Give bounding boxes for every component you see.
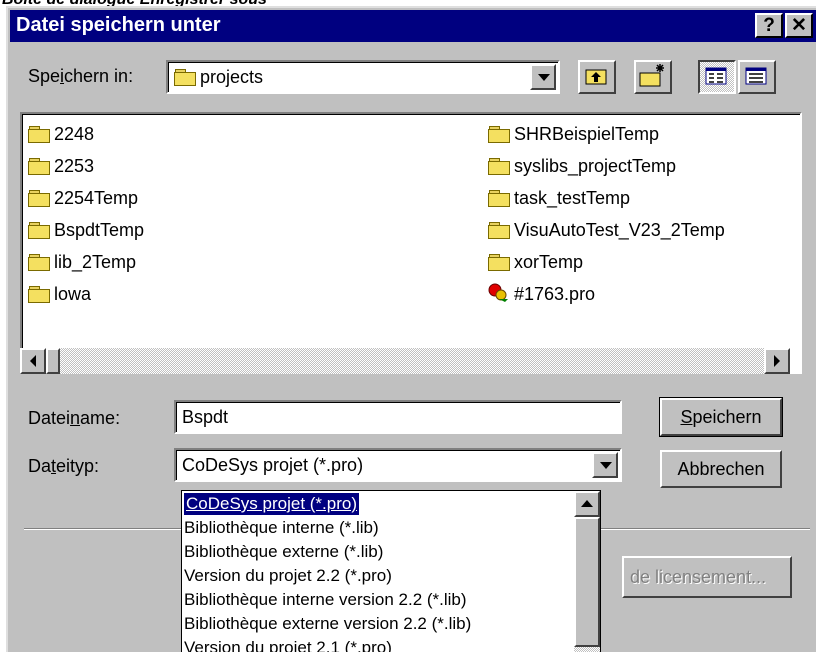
file-list[interactable]: 2248 2253 2254Temp BspdtTemp lib_2Temp l… (20, 112, 802, 374)
save-in-value: projects (200, 67, 264, 87)
dropdown-option-selected[interactable]: CoDeSys projet (*.pro) (184, 493, 360, 515)
list-item[interactable]: lowa (28, 282, 91, 306)
filetype-dropdown-button[interactable] (592, 452, 618, 478)
list-item[interactable]: xorTemp (488, 250, 583, 274)
filetype-dropdown-list[interactable]: CoDeSys projet (*.pro) Bibliothèque inte… (181, 490, 601, 652)
list-item[interactable]: task_testTemp (488, 186, 630, 210)
dropdown-option[interactable]: Bibliothèque externe (*.lib) (184, 541, 383, 563)
scroll-up-button[interactable] (574, 491, 600, 517)
dropdown-option[interactable]: Version du projet 2.1 (*.pro) (184, 637, 392, 652)
list-item[interactable]: BspdtTemp (28, 218, 144, 242)
list-item[interactable]: SHRBeispielTemp (488, 122, 659, 146)
scroll-thumb[interactable] (46, 348, 60, 374)
folder-open-icon (174, 69, 196, 86)
dropdown-option[interactable]: Bibliothèque externe version 2.2 (*.lib) (184, 613, 471, 635)
help-button[interactable]: ? (755, 13, 783, 38)
scroll-left-button[interactable] (20, 348, 46, 374)
dropdown-option[interactable]: Bibliothèque interne (*.lib) (184, 517, 379, 539)
scroll-track[interactable] (60, 348, 764, 374)
list-item[interactable]: 2254Temp (28, 186, 138, 210)
folder-icon (488, 158, 510, 175)
folder-icon (488, 126, 510, 143)
details-view-icon (745, 67, 767, 85)
codesys-project-icon (488, 283, 508, 302)
filename-label: Dateiname: (28, 408, 121, 428)
horizontal-scrollbar[interactable] (20, 348, 790, 374)
chevron-down-icon (600, 462, 612, 469)
list-view-button[interactable] (698, 60, 736, 94)
filetype-label: Dateityp: (28, 456, 100, 476)
dropdown-option[interactable]: Version du projet 2.2 (*.pro) (184, 565, 392, 587)
new-folder-button[interactable] (634, 60, 672, 94)
details-view-button[interactable] (738, 60, 776, 94)
folder-icon (28, 222, 50, 239)
arrow-right-icon (774, 355, 780, 367)
folder-icon (28, 158, 50, 175)
arrow-left-icon (30, 355, 36, 367)
folder-icon (28, 254, 50, 271)
folder-icon (28, 286, 50, 303)
title-bar[interactable]: Datei speichern unter ? ✕ (10, 10, 816, 42)
filename-input[interactable]: Bspdt (174, 400, 622, 434)
license-button[interactable]: de licensement... (622, 556, 792, 598)
filename-value: Bspdt (182, 407, 229, 427)
dropdown-option[interactable]: Bibliothèque interne version 2.2 (*.lib) (184, 589, 467, 611)
filetype-value: CoDeSys projet (*.pro) (182, 455, 364, 475)
folder-icon (488, 254, 510, 271)
list-item[interactable]: lib_2Temp (28, 250, 136, 274)
cancel-button[interactable]: Abbrechen (660, 450, 782, 488)
arrow-up-icon (581, 500, 593, 507)
scroll-right-button[interactable] (764, 348, 790, 374)
new-folder-icon (639, 64, 664, 87)
save-in-dropdown-button[interactable] (530, 64, 556, 90)
folder-icon (28, 190, 50, 207)
list-item[interactable]: syslibs_projectTemp (488, 154, 676, 178)
save-as-dialog: Datei speichern unter ? ✕ Speichern in: … (6, 6, 816, 652)
save-in-label: Speichern in: (28, 66, 134, 86)
list-view-icon (705, 67, 727, 85)
chevron-down-icon (538, 74, 550, 81)
close-button[interactable]: ✕ (785, 13, 813, 38)
scroll-thumb[interactable] (574, 517, 600, 647)
list-item[interactable]: #1763.pro (488, 282, 595, 306)
list-item[interactable]: VisuAutoTest_V23_2Temp (488, 218, 725, 242)
save-button[interactable]: Speichern (659, 397, 783, 437)
dropdown-vertical-scrollbar[interactable] (574, 491, 600, 652)
folder-icon (488, 222, 510, 239)
save-in-combobox[interactable]: projects (166, 60, 560, 94)
folder-icon (488, 190, 510, 207)
window-title: Datei speichern unter (16, 14, 221, 36)
list-item[interactable]: 2253 (28, 154, 94, 178)
filetype-combobox[interactable]: CoDeSys projet (*.pro) (174, 448, 622, 482)
folder-icon (28, 126, 50, 143)
up-one-level-button[interactable] (578, 60, 616, 94)
list-item[interactable]: 2248 (28, 122, 94, 146)
folder-up-icon (585, 69, 607, 85)
